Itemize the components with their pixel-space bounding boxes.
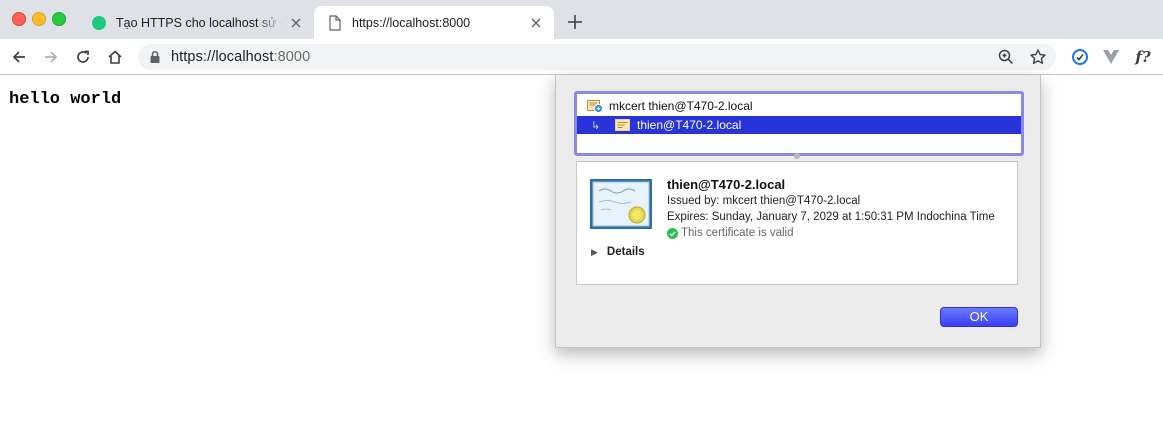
close-window-button[interactable] bbox=[12, 12, 26, 26]
green-circle-icon bbox=[92, 15, 106, 30]
tab-tao-https[interactable]: Tạo HTTPS cho localhost sử dụ bbox=[78, 6, 314, 39]
split-view-handle[interactable] bbox=[794, 153, 800, 159]
certificate-name: thien@T470-2.local bbox=[667, 177, 786, 192]
fx-extension-icon[interactable]: f? bbox=[1133, 47, 1153, 67]
certificate-issuer: Issued by: mkcert thien@T470-2.local bbox=[667, 195, 861, 207]
certificate-status-text: This certificate is valid bbox=[681, 227, 794, 239]
address-bar[interactable]: https://localhost:8000 bbox=[138, 44, 1056, 70]
certificate-detail-panel: thien@T470-2.local Issued by: mkcert thi… bbox=[576, 161, 1018, 285]
toolbar: https://localhost:8000 f? bbox=[0, 39, 1163, 75]
bookmark-star-icon[interactable] bbox=[1029, 48, 1047, 66]
tab-localhost[interactable]: https://localhost:8000 bbox=[314, 6, 554, 39]
new-tab-icon[interactable] bbox=[566, 13, 584, 31]
close-tab-icon[interactable] bbox=[288, 15, 304, 31]
reload-icon[interactable] bbox=[73, 47, 93, 67]
minimize-window-button[interactable] bbox=[32, 12, 46, 26]
url-port: :8000 bbox=[273, 49, 311, 65]
lock-icon[interactable] bbox=[149, 50, 161, 64]
url-host: https://localhost bbox=[171, 49, 274, 65]
ok-button[interactable]: OK bbox=[940, 307, 1018, 327]
shield-extension-icon[interactable] bbox=[1070, 47, 1090, 67]
home-icon[interactable] bbox=[105, 47, 125, 67]
tab-title: https://localhost:8000 bbox=[352, 15, 471, 30]
back-icon[interactable] bbox=[9, 47, 29, 67]
chain-item-leaf[interactable]: ↳ thien@T470-2.local bbox=[577, 116, 1021, 134]
url-text[interactable]: https://localhost:8000 bbox=[171, 49, 310, 65]
details-disclosure[interactable]: ▶ Details bbox=[591, 246, 645, 258]
root-certificate-icon bbox=[587, 100, 603, 113]
certificate-large-icon bbox=[590, 179, 652, 229]
zoom-icon[interactable] bbox=[997, 48, 1015, 66]
details-label: Details bbox=[606, 246, 645, 258]
chain-item-root[interactable]: mkcert thien@T470-2.local bbox=[577, 97, 1021, 115]
page-body-text: hello world bbox=[9, 90, 122, 109]
chain-item-label: thien@T470-2.local bbox=[637, 118, 742, 132]
vue-extension-icon[interactable] bbox=[1101, 47, 1121, 67]
document-icon bbox=[329, 14, 341, 31]
certificate-expiry: Expires: Sunday, January 7, 2029 at 1:50… bbox=[667, 211, 995, 223]
certificate-icon bbox=[615, 119, 630, 131]
valid-check-icon bbox=[667, 227, 678, 239]
zoom-window-button[interactable] bbox=[52, 12, 66, 26]
close-tab-icon[interactable] bbox=[528, 15, 544, 31]
forward-icon[interactable] bbox=[41, 47, 61, 67]
chain-item-label: mkcert thien@T470-2.local bbox=[609, 99, 753, 113]
tab-strip: Tạo HTTPS cho localhost sử dụ https://lo… bbox=[0, 0, 1163, 39]
certificate-chain-list[interactable]: mkcert thien@T470-2.local ↳ thien@T470-2… bbox=[574, 91, 1024, 156]
certificate-status: This certificate is valid bbox=[667, 227, 793, 239]
chain-indent-arrow-icon: ↳ bbox=[591, 119, 601, 132]
disclosure-triangle-icon[interactable]: ▶ bbox=[591, 247, 598, 258]
certificate-sheet: mkcert thien@T470-2.local ↳ thien@T470-2… bbox=[555, 75, 1041, 348]
tab-title: Tạo HTTPS cho localhost sử dụ bbox=[116, 15, 282, 30]
